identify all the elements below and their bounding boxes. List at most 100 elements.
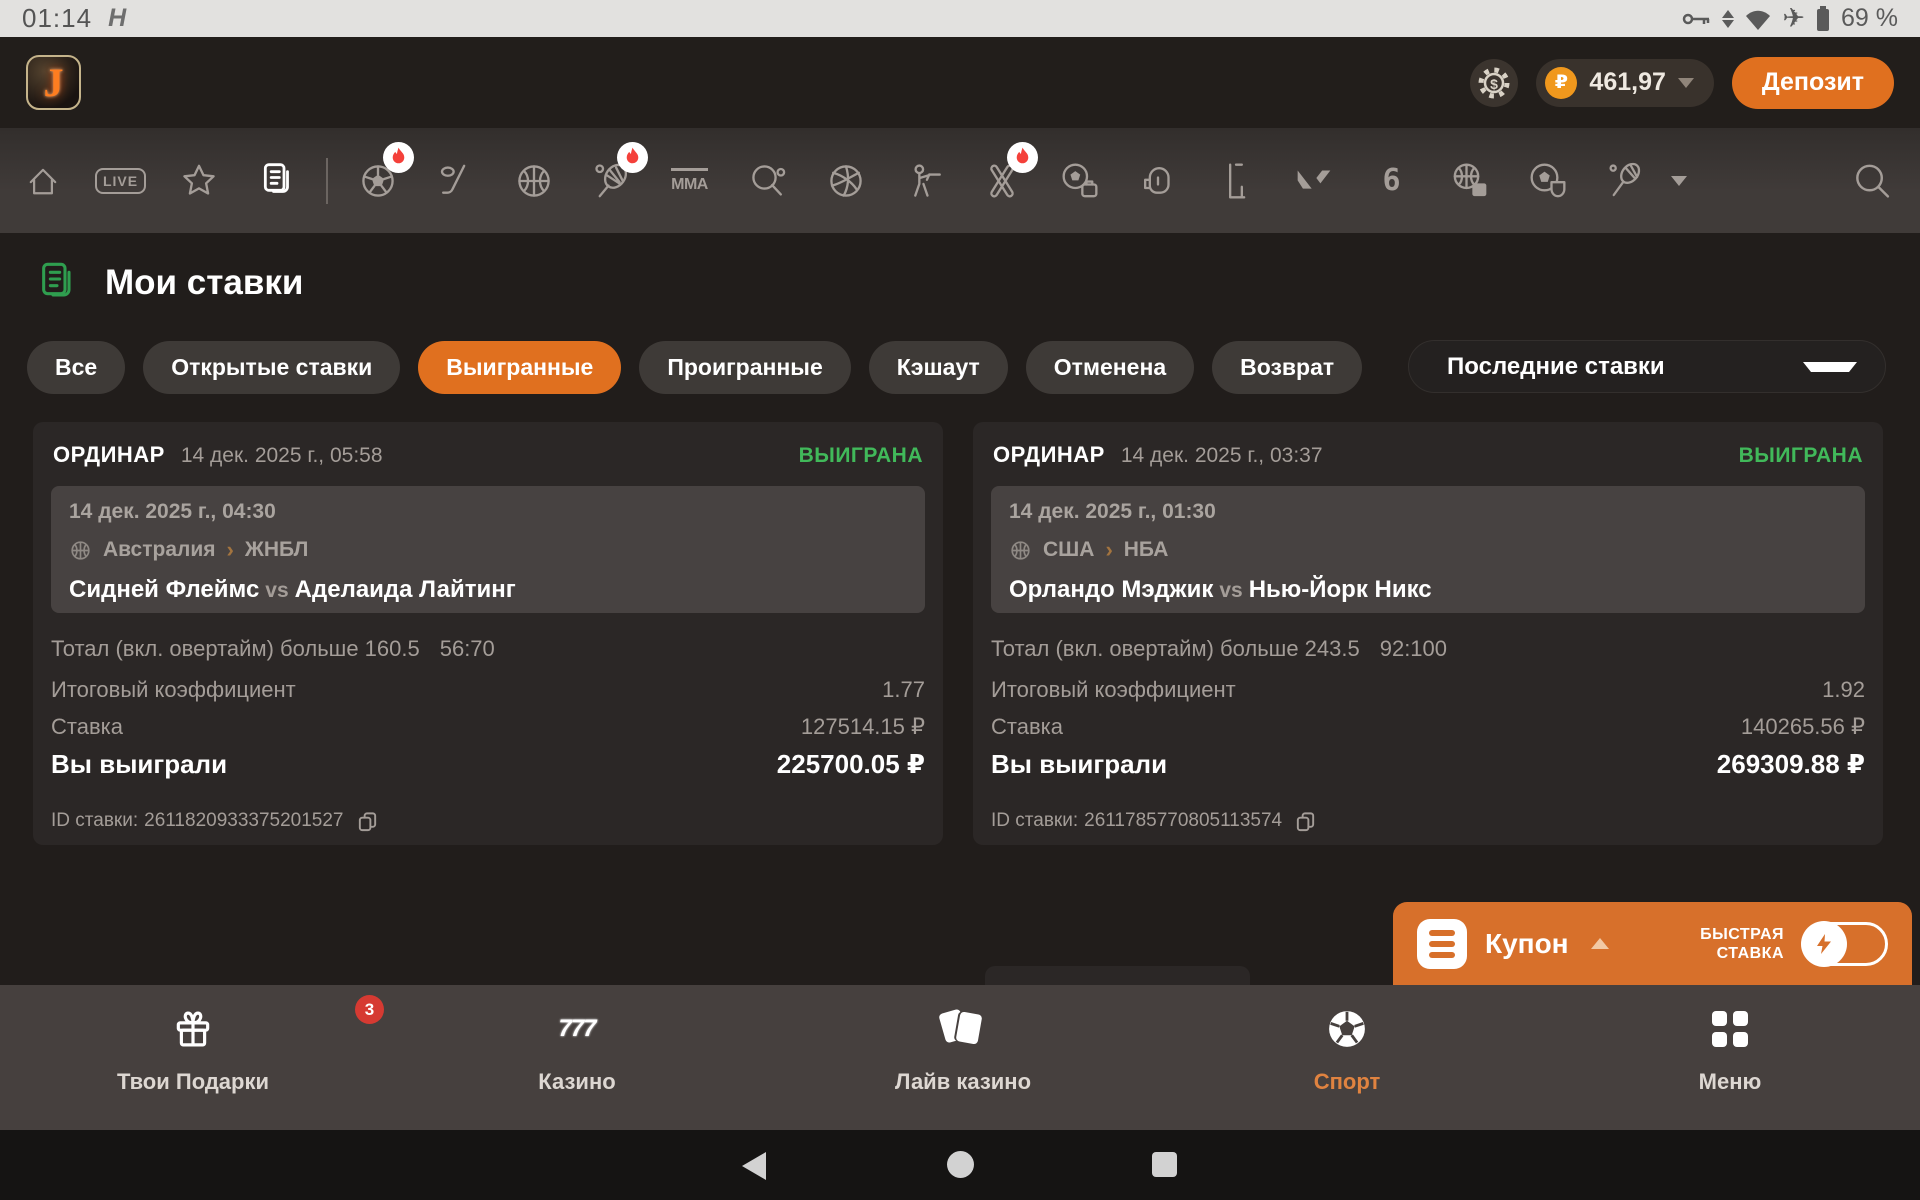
bet-id-value: 2611785770805113574 [1084, 809, 1282, 833]
gifts-badge: 3 [355, 995, 384, 1024]
android-nav-bar [0, 1130, 1920, 1200]
match-panel[interactable]: 14 дек. 2025 г., 01:30 США › НБА Орландо… [991, 486, 1865, 613]
updown-arrows-icon [1722, 10, 1734, 28]
stake-label: Ставка [991, 715, 1063, 739]
bottom-nav-casino[interactable]: 777 Казино [427, 1003, 727, 1095]
win-label: Вы выиграли [991, 752, 1167, 776]
bottom-nav-sport[interactable]: Спорт [1197, 1003, 1497, 1095]
coupon-panel[interactable]: Купон БЫСТРАЯСТАВКА [1393, 902, 1912, 985]
battery-percent: 69 % [1841, 4, 1898, 33]
lightning-icon [1812, 932, 1836, 956]
android-recents-button[interactable] [1152, 1152, 1177, 1177]
android-status-bar: 01:14 H ✈ 69 % [0, 0, 1920, 37]
slots-777-icon: 777 [558, 1003, 595, 1055]
clock: 01:14 [22, 3, 92, 34]
rainbow-six-icon[interactable]: 6 [1369, 158, 1414, 203]
bonus-button[interactable]: $ [1470, 59, 1518, 107]
bet-type: ОРДИНАР [53, 442, 165, 468]
menu-grid-icon [1712, 1003, 1748, 1055]
team-home: Сидней Флеймс [69, 576, 259, 603]
bet-card: ОРДИНАР 14 дек. 2025 г., 05:58 ВЫИГРАНА … [33, 422, 943, 845]
coupon-expand-caret-icon[interactable] [1591, 938, 1609, 949]
crossed-bats-icon[interactable] [979, 158, 1024, 203]
fire-badge [1007, 142, 1038, 178]
bottom-nav: 3 Твои Подарки 777 Казино Лайв казино Сп… [0, 985, 1920, 1130]
league-separator: › [227, 537, 234, 563]
valorant-icon[interactable] [1291, 158, 1336, 203]
app-header: J $ ₽ 461,97 Депозит [0, 37, 1920, 128]
bottom-nav-gifts[interactable]: Твои Подарки [43, 1003, 343, 1095]
mma-icon[interactable]: MMA [667, 158, 712, 203]
bet-market: Тотал (вкл. овертайм) больше 160.5 [51, 637, 420, 661]
my-bets-title-icon [33, 259, 81, 307]
team-away: Нью-Йорк Никс [1249, 576, 1432, 603]
balance-amount: 461,97 [1589, 68, 1665, 97]
bottom-nav-label: Твои Подарки [117, 1069, 269, 1095]
league-of-legends-icon[interactable] [1213, 158, 1258, 203]
favorites-icon[interactable] [176, 158, 221, 203]
quick-bet-label: БЫСТРАЯСТАВКА [1700, 925, 1784, 963]
hockey-icon[interactable] [433, 158, 478, 203]
wifi-icon [1744, 7, 1772, 31]
home-icon[interactable] [20, 158, 65, 203]
boxing-icon[interactable] [1135, 158, 1180, 203]
bonus-gear-icon: $ [1475, 64, 1513, 102]
copy-icon [1294, 810, 1317, 833]
event-time: 14 дек. 2025 г., 01:30 [1009, 500, 1847, 524]
team-away: Аделаида Лайтинг [295, 576, 516, 603]
tab-cancelled[interactable]: Отменена [1026, 341, 1194, 394]
android-back-button[interactable] [742, 1152, 766, 1180]
copy-id-button[interactable] [356, 810, 379, 833]
football-icon[interactable] [355, 158, 400, 203]
sports-nav: LIVE MMA [0, 128, 1920, 233]
quick-bet-toggle[interactable] [1802, 922, 1888, 966]
tab-returned[interactable]: Возврат [1212, 341, 1362, 394]
page-title: Мои ставки [105, 263, 303, 303]
volleyball-icon[interactable] [823, 158, 868, 203]
hidden-button-sliver [985, 966, 1250, 985]
search-icon[interactable] [1849, 158, 1894, 203]
tab-lost[interactable]: Проигранные [639, 341, 850, 394]
event-country: США [1043, 538, 1094, 562]
android-home-button[interactable] [947, 1151, 974, 1178]
basketball-mini-icon [1009, 539, 1032, 562]
bet-card: ОРДИНАР 14 дек. 2025 г., 03:37 ВЫИГРАНА … [973, 422, 1883, 845]
match-panel[interactable]: 14 дек. 2025 г., 04:30 Австралия › ЖНБЛ … [51, 486, 925, 613]
vs-label: vs [1213, 579, 1248, 602]
tab-all[interactable]: Все [27, 341, 125, 394]
my-bets-icon[interactable] [254, 158, 299, 203]
more-sports-caret-icon[interactable] [1671, 176, 1687, 186]
deposit-button[interactable]: Депозит [1732, 57, 1894, 109]
key-icon [1682, 9, 1712, 29]
basketball-icon[interactable] [511, 158, 556, 203]
bet-market: Тотал (вкл. овертайм) больше 243.5 [991, 637, 1360, 661]
efootball-icon[interactable] [1057, 158, 1102, 203]
app-logo[interactable]: J [26, 55, 81, 110]
tab-open[interactable]: Открытые ставки [143, 341, 400, 394]
counter-strike-icon[interactable] [901, 158, 946, 203]
coef-label: Итоговый коэффициент [51, 678, 296, 702]
live-icon[interactable]: LIVE [98, 158, 143, 203]
bottom-nav-live-casino[interactable]: Лайв казино [813, 1003, 1113, 1095]
basketball-mini-icon [69, 539, 92, 562]
tab-cashout[interactable]: Кэшаут [869, 341, 1008, 394]
tennis-icon[interactable] [589, 158, 634, 203]
event-country: Австралия [103, 538, 216, 562]
copy-id-button[interactable] [1294, 810, 1317, 833]
bottom-nav-menu[interactable]: Меню [1580, 1003, 1880, 1095]
bet-placed-date: 14 дек. 2025 г., 05:58 [181, 444, 383, 468]
table-tennis-icon[interactable] [745, 158, 790, 203]
badminton-icon[interactable] [1603, 158, 1648, 203]
bet-id-label: ID ставки: [991, 809, 1078, 833]
win-label: Вы выиграли [51, 752, 227, 776]
battery-icon [1815, 5, 1831, 33]
fifa-icon[interactable] [1525, 158, 1570, 203]
tab-won[interactable]: Выигранные [418, 341, 621, 394]
football-icon [1324, 1003, 1370, 1055]
bottom-nav-label: Меню [1699, 1069, 1762, 1095]
bet-status-badge: ВЫИГРАНА [799, 444, 923, 468]
balance-pill[interactable]: ₽ 461,97 [1536, 59, 1713, 107]
team-home: Орландо Мэджик [1009, 576, 1213, 603]
sort-select[interactable]: Последние ставки [1408, 340, 1886, 393]
nba2k-icon[interactable] [1447, 158, 1492, 203]
